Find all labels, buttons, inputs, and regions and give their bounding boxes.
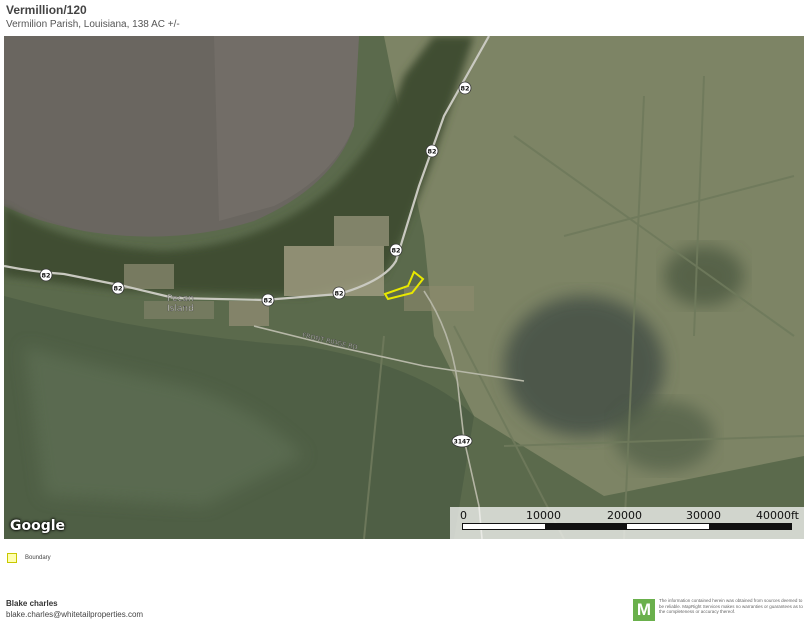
svg-text:82: 82 — [113, 285, 122, 293]
route-shield-82: 82 — [389, 243, 403, 257]
place-label-pecan: Pecan — [167, 294, 194, 304]
scale-tick-label: 10000 — [526, 509, 561, 522]
map-title: Vermillion/120 — [6, 3, 87, 17]
agent-name: Blake charles — [6, 599, 58, 608]
route-shield-82: 82 — [458, 81, 472, 95]
route-shield-82: 82 — [111, 281, 125, 295]
map-subtitle: Vermilion Parish, Louisiana, 138 AC +/- — [6, 19, 180, 30]
scale-tick-label: 0 — [460, 509, 467, 522]
mapright-logo-icon: M — [633, 599, 655, 621]
svg-text:82: 82 — [460, 85, 469, 93]
scale-bar-graphic — [462, 523, 792, 530]
svg-text:82: 82 — [427, 148, 436, 156]
google-logo: Google — [10, 518, 66, 534]
scale-bar: 0 10000 20000 30000 40000ft — [450, 507, 804, 539]
agent-email[interactable]: blake.charles@whitetailproperties.com — [6, 610, 143, 619]
route-shield-3147: 3147 — [451, 434, 473, 448]
svg-text:82: 82 — [263, 297, 272, 305]
scale-tick-label: 30000 — [686, 509, 721, 522]
svg-text:82: 82 — [334, 290, 343, 298]
map-imagery: 82 82 82 82 82 82 82 3147 Pecan Island F… — [4, 36, 804, 539]
satellite-map[interactable]: 82 82 82 82 82 82 82 3147 Pecan Island F… — [4, 36, 804, 539]
svg-text:82: 82 — [41, 272, 50, 280]
place-label-island: Island — [167, 304, 194, 314]
legend-label-boundary: Boundary — [25, 555, 51, 561]
scale-tick-label: 40000ft — [756, 509, 799, 522]
svg-text:82: 82 — [391, 247, 400, 255]
route-shield-82: 82 — [332, 286, 346, 300]
svg-text:3147: 3147 — [454, 439, 471, 446]
boundary-swatch-icon — [7, 553, 17, 563]
scale-tick-label: 20000 — [607, 509, 642, 522]
map-legend: Boundary — [7, 553, 51, 563]
route-shield-82: 82 — [261, 293, 275, 307]
route-shield-82: 82 — [39, 268, 53, 282]
disclaimer-text: The information contained herein was obt… — [659, 598, 803, 614]
route-shield-82: 82 — [425, 144, 439, 158]
